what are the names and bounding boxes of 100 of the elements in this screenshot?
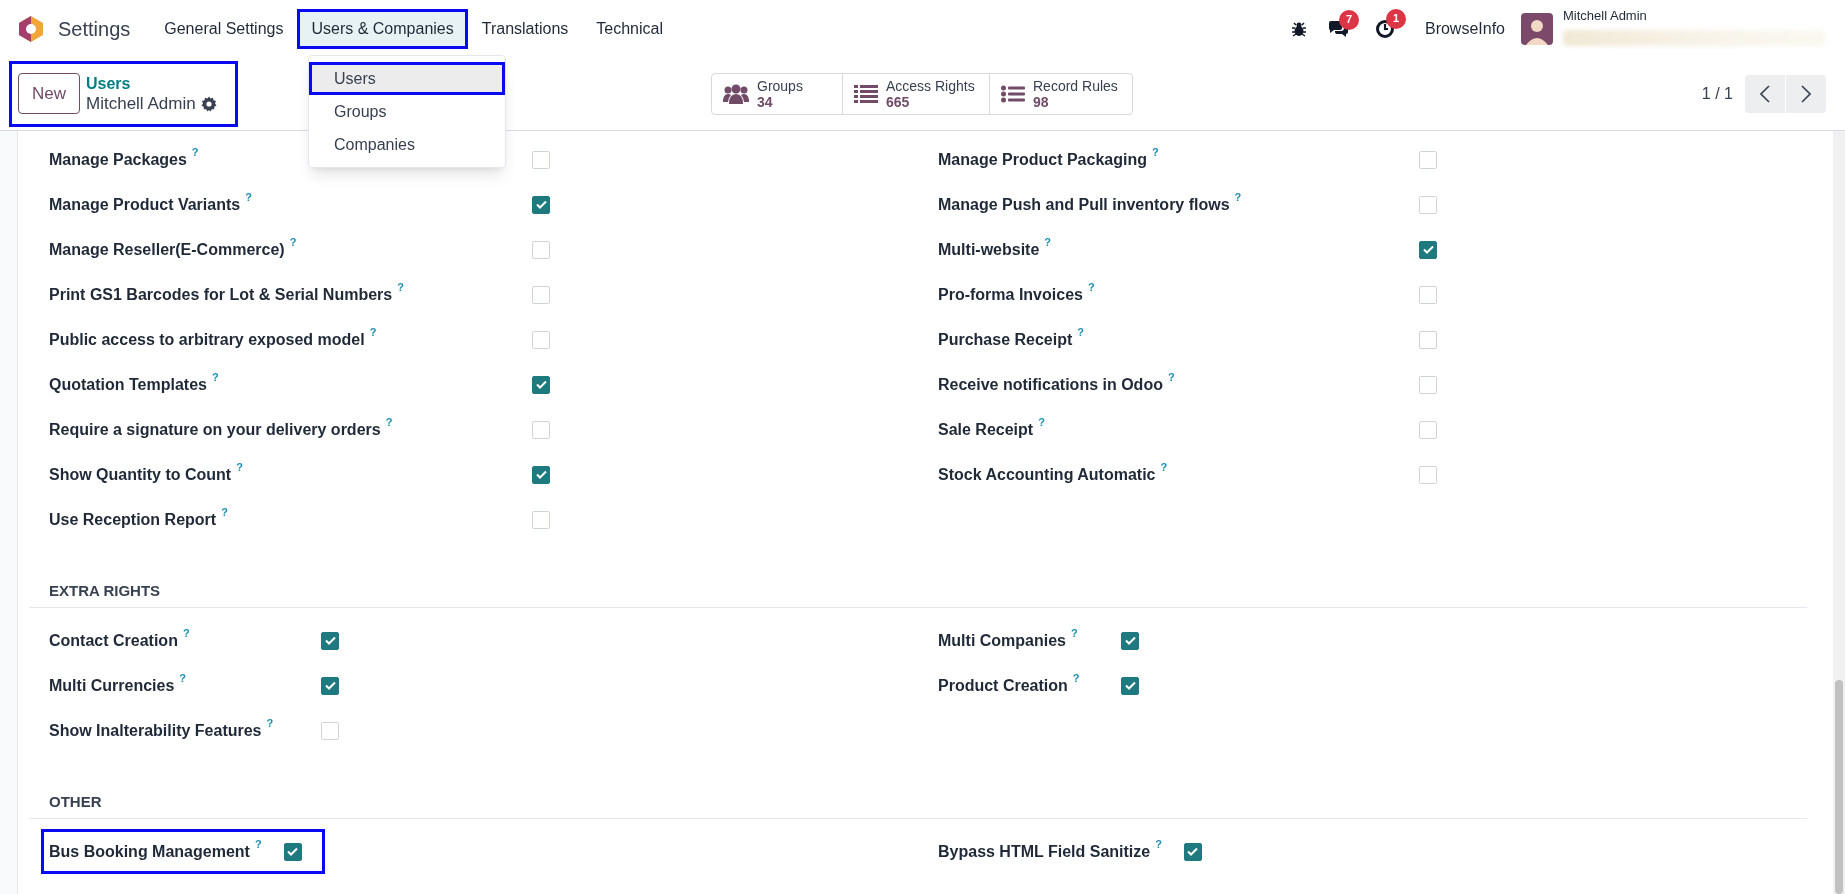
menu-tab[interactable]: Users & Companies: [297, 8, 468, 49]
help-tooltip[interactable]: ?: [1167, 368, 1175, 385]
field-label: Multi Companies: [938, 630, 1066, 651]
checkbox[interactable]: [321, 631, 339, 650]
check-icon: [324, 636, 336, 645]
checkbox[interactable]: [321, 676, 339, 695]
checkbox[interactable]: [532, 375, 550, 394]
field-label: Manage Packages: [49, 149, 187, 170]
field-label: Stock Accounting Automatic: [938, 464, 1156, 485]
field-label: Sale Receipt: [938, 419, 1034, 440]
check-icon: [287, 847, 299, 856]
gear-icon[interactable]: [200, 95, 217, 112]
section-heading: OTHER: [49, 792, 102, 812]
help-tooltip[interactable]: ?: [191, 143, 199, 160]
field-label: Show Inalterability Features: [49, 720, 262, 741]
help-tooltip[interactable]: ?: [1077, 323, 1084, 340]
breadcrumb-current: Mitchell Admin: [86, 93, 196, 114]
list-icon: [854, 83, 878, 104]
help-tooltip[interactable]: ?: [289, 233, 297, 250]
help-tooltip[interactable]: ?: [182, 624, 190, 641]
stat-button[interactable]: Access Rights 665: [842, 73, 989, 114]
next-button[interactable]: [1786, 74, 1826, 113]
help-tooltip[interactable]: ?: [1151, 143, 1159, 160]
field-label: Require a signature on your delivery orders: [49, 419, 381, 440]
scrollbar-thumb[interactable]: [1835, 680, 1843, 894]
help-tooltip[interactable]: ?: [1160, 458, 1168, 475]
stat-button[interactable]: Record Rules 98: [989, 73, 1132, 114]
field-label: Receive notifications in Odoo: [938, 374, 1163, 395]
user-name[interactable]: Mitchell Admin: [1563, 7, 1825, 24]
help-tooltip[interactable]: ?: [254, 835, 262, 852]
check-icon: [1187, 847, 1199, 856]
help-tooltip[interactable]: ?: [1087, 278, 1095, 295]
checkbox[interactable]: [283, 842, 302, 861]
bug-icon[interactable]: [1290, 20, 1307, 37]
checkbox[interactable]: [532, 195, 550, 214]
stat-value: 665: [886, 93, 911, 110]
check-icon: [535, 380, 547, 389]
chevron-left-icon: [1760, 84, 1770, 103]
field-label: Public access to arbitrary exposed model: [49, 329, 365, 350]
field-label: Manage Product Variants: [49, 194, 241, 215]
field-label: Contact Creation: [49, 630, 178, 651]
help-tooltip[interactable]: ?: [266, 714, 274, 731]
notification-badge: 7: [1338, 9, 1359, 30]
menu-tab[interactable]: Technical: [582, 8, 677, 49]
app-logo-icon[interactable]: [18, 14, 44, 43]
help-tooltip[interactable]: ?: [245, 188, 252, 205]
list-icon: [1001, 84, 1025, 103]
user-avatar[interactable]: [1521, 12, 1553, 45]
people-icon: [723, 82, 749, 105]
help-tooltip[interactable]: ?: [221, 503, 228, 520]
checkbox[interactable]: [1121, 631, 1139, 650]
help-tooltip[interactable]: ?: [385, 413, 393, 430]
pager-value: 1 / 1: [1701, 83, 1733, 104]
help-tooltip[interactable]: ?: [1071, 624, 1078, 641]
breadcrumb-link[interactable]: Users: [86, 73, 217, 94]
field-label: Product Creation: [938, 675, 1068, 696]
field-label: Bypass HTML Field Sanitize: [938, 841, 1151, 862]
section-heading: EXTRA RIGHTS: [49, 581, 161, 601]
check-icon: [1422, 245, 1434, 254]
check-icon: [535, 200, 547, 209]
dropdown-item[interactable]: Groups: [309, 95, 505, 128]
stat-button[interactable]: Groups 34: [712, 73, 842, 114]
field-label: Manage Push and Pull inventory flows: [938, 194, 1230, 215]
help-tooltip[interactable]: ?: [1038, 413, 1045, 430]
company-name[interactable]: BrowseInfo: [1424, 16, 1505, 41]
help-tooltip[interactable]: ?: [1155, 835, 1162, 852]
stat-label: Access Rights: [886, 77, 975, 94]
help-tooltip[interactable]: ?: [369, 323, 377, 340]
checkbox[interactable]: [1419, 240, 1437, 259]
check-icon: [324, 681, 336, 690]
field-label: Pro-forma Invoices: [938, 284, 1083, 305]
stat-label: Groups: [757, 77, 803, 94]
field-label: Manage Reseller(E-Commerce): [49, 239, 285, 260]
clock-icon[interactable]: [1374, 18, 1395, 39]
help-tooltip[interactable]: ?: [1044, 233, 1052, 250]
help-tooltip[interactable]: ?: [236, 458, 243, 475]
new-button[interactable]: New: [18, 73, 80, 114]
stat-value: 98: [1033, 93, 1050, 110]
notification-badge: 1: [1385, 8, 1406, 29]
checkbox[interactable]: [1121, 676, 1139, 695]
field-label: Print GS1 Barcodes for Lot & Serial Numbers: [49, 284, 393, 305]
check-icon: [1124, 636, 1136, 645]
chevron-right-icon: [1801, 84, 1811, 103]
checkbox[interactable]: [532, 465, 550, 484]
dropdown-item[interactable]: Users: [309, 62, 505, 95]
field-label: Manage Product Packaging: [938, 149, 1147, 170]
menu-tab[interactable]: Translations: [467, 8, 583, 49]
help-tooltip[interactable]: ?: [211, 368, 219, 385]
dropdown-item[interactable]: Companies: [309, 128, 505, 161]
help-tooltip[interactable]: ?: [1234, 188, 1242, 205]
field-label: Multi-website: [938, 239, 1040, 260]
previous-button[interactable]: [1745, 74, 1785, 113]
menu-tab[interactable]: General Settings: [150, 8, 298, 49]
checkbox[interactable]: [1183, 842, 1202, 861]
help-tooltip[interactable]: ?: [179, 669, 187, 686]
help-tooltip[interactable]: ?: [1072, 669, 1080, 686]
field-label: Purchase Receipt: [938, 329, 1073, 350]
stat-value: 34: [757, 93, 773, 110]
check-icon: [535, 470, 547, 479]
help-tooltip[interactable]: ?: [397, 278, 404, 295]
